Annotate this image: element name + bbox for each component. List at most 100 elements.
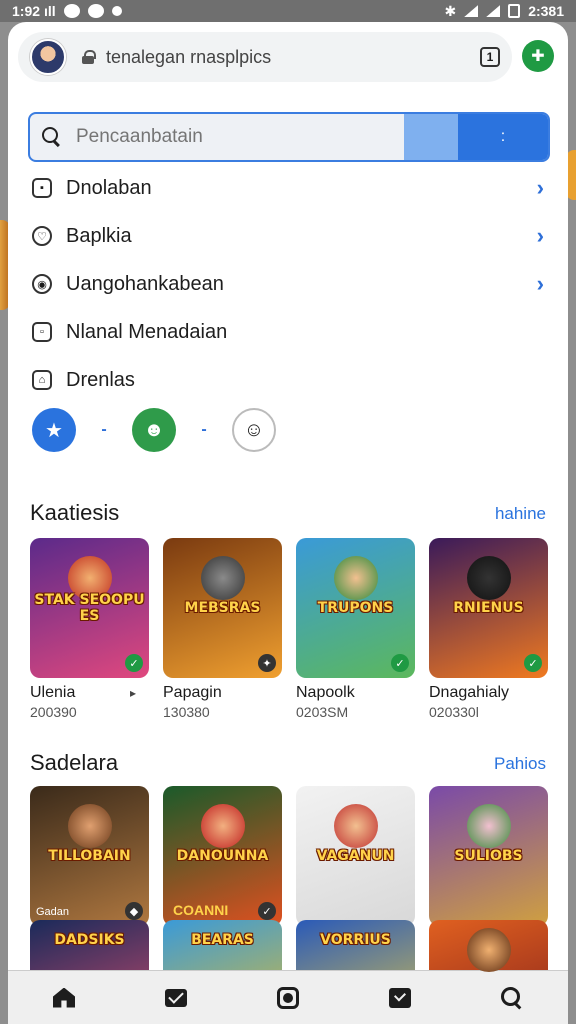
- smiley-icon: ☺: [243, 418, 265, 441]
- game-meta: 130380: [163, 704, 210, 720]
- status-time: 1:92: [12, 3, 41, 19]
- address-bar[interactable]: tenalegan rnasplpics 1: [18, 32, 512, 82]
- character-art: [201, 556, 245, 600]
- account-icon: ✚: [531, 48, 545, 65]
- notification-icon: [63, 4, 80, 18]
- search-button[interactable]: :: [458, 114, 548, 160]
- inbox-icon: [165, 988, 187, 1007]
- game-row-2: TILLOBAIN Gadan ◆ DANOUNNA COANNI ✓ VAGA…: [30, 786, 548, 926]
- download-icon: [389, 987, 411, 1008]
- chip-separator: -: [201, 421, 207, 438]
- menu-item-3[interactable]: ▫ Nlanal Menadaian: [8, 308, 568, 356]
- character-art: [467, 928, 511, 972]
- game-card[interactable]: RNIENUS ✓ Dnagahialy 020330l: [429, 538, 548, 720]
- window-icon: ▫: [32, 322, 52, 342]
- search-input[interactable]: [76, 126, 376, 148]
- game-card[interactable]: DANOUNNA COANNI ✓: [163, 786, 282, 926]
- game-thumbnail[interactable]: STAK SEOOPUES ✓: [30, 538, 149, 678]
- game-name: Dnagahialy: [429, 684, 510, 701]
- menu-list: ▪ Dnolaban › ♡ Baplkia › ◉ Uangohankabea…: [8, 164, 568, 404]
- game-card[interactable]: SULIOBS: [429, 786, 548, 926]
- chevron-right-icon: ›: [536, 223, 544, 248]
- chip-separator: -: [101, 421, 107, 438]
- star-chip[interactable]: ★: [32, 408, 76, 452]
- search-icon: [42, 127, 62, 147]
- menu-item-0[interactable]: ▪ Dnolaban ›: [8, 164, 568, 212]
- home-icon: [53, 987, 75, 1008]
- game-name: Papagin: [163, 684, 222, 701]
- game-logo-text: STAK SEOOPUES: [34, 592, 145, 624]
- game-thumbnail[interactable]: TILLOBAIN Gadan ◆: [30, 786, 149, 926]
- search-icon: [501, 986, 523, 1009]
- game-meta: 200390: [30, 704, 77, 720]
- more-arrow-icon[interactable]: ▸: [130, 686, 136, 700]
- menu-item-label: Dnolaban: [66, 176, 152, 199]
- game-name: Napoolk: [296, 684, 355, 701]
- game-card[interactable]: VAGANUN: [296, 786, 415, 926]
- game-caption: Gadan: [36, 906, 70, 918]
- chevron-right-icon: ›: [536, 271, 544, 296]
- installed-badge: ✓: [125, 654, 143, 672]
- location-icon: ◉: [32, 274, 52, 294]
- game-thumbnail[interactable]: RNIENUS ✓: [429, 538, 548, 678]
- character-art: [467, 804, 511, 848]
- menu-item-2[interactable]: ◉ Uangohankabean ›: [8, 260, 568, 308]
- lock-icon: [82, 50, 96, 64]
- menu-item-label: Baplkia: [66, 224, 132, 247]
- game-thumbnail[interactable]: DANOUNNA COANNI ✓: [163, 786, 282, 926]
- home-icon: ⌂: [32, 370, 52, 390]
- camera-icon: [277, 986, 299, 1009]
- avatar[interactable]: [30, 39, 66, 75]
- face-chip[interactable]: ☺: [232, 408, 276, 452]
- hero-chip[interactable]: ☻: [132, 408, 176, 452]
- game-logo-text: SULIOBS: [454, 848, 523, 864]
- game-thumbnail[interactable]: SULIOBS: [429, 786, 548, 926]
- game-logo-text: DANOUNNA: [176, 848, 269, 864]
- wifi-icon: [464, 5, 479, 17]
- menu-item-4[interactable]: ⌂ Drenlas: [8, 356, 568, 404]
- game-card[interactable]: TRUPONS ✓ Napoolk 0203SM: [296, 538, 415, 720]
- menu-item-label: Drenlas: [66, 368, 135, 391]
- search-bar[interactable]: :: [28, 112, 550, 162]
- battery-icon: [508, 4, 521, 18]
- heart-icon: ♡: [32, 226, 52, 246]
- installed-badge: ✓: [391, 654, 409, 672]
- game-logo-text: RNIENUS: [453, 600, 524, 616]
- section-title: Kaatiesis: [30, 500, 120, 525]
- nav-search-button[interactable]: [498, 984, 526, 1012]
- game-row-1: STAK SEOOPUES ✓ Ulenia 200390 MEBSRAS ✦ …: [30, 538, 548, 720]
- game-logo-text: VAGANUN: [316, 848, 395, 864]
- account-button[interactable]: ✚: [522, 40, 554, 72]
- game-card[interactable]: TILLOBAIN Gadan ◆: [30, 786, 149, 926]
- game-thumbnail[interactable]: VAGANUN: [296, 786, 415, 926]
- game-logo-text: MEBSRAS: [184, 600, 261, 616]
- game-logo-text: BEARAS: [191, 932, 254, 948]
- character-art: [334, 804, 378, 848]
- tabs-button[interactable]: 1: [480, 47, 500, 67]
- star-icon: ★: [45, 419, 63, 442]
- heart-notification-icon: [87, 4, 104, 18]
- game-logo-text: TRUPONS: [317, 600, 394, 616]
- message-icon: [111, 6, 122, 16]
- game-thumbnail[interactable]: TRUPONS ✓: [296, 538, 415, 678]
- game-badge: ◆: [125, 902, 143, 920]
- game-thumbnail[interactable]: MEBSRAS ✦: [163, 538, 282, 678]
- sword-badge: ✦: [258, 654, 276, 672]
- section-title: Sadelara: [30, 750, 119, 775]
- menu-item-1[interactable]: ♡ Baplkia ›: [8, 212, 568, 260]
- section-link[interactable]: Pahios: [494, 754, 546, 774]
- menu-item-label: Uangohankabean: [66, 272, 224, 295]
- nav-home-button[interactable]: [50, 984, 78, 1012]
- hero-avatar-icon: ☻: [143, 418, 165, 441]
- nav-camera-button[interactable]: [274, 984, 302, 1012]
- character-art: [467, 556, 511, 600]
- nav-download-button[interactable]: [386, 984, 414, 1012]
- game-card[interactable]: MEBSRAS ✦ Papagin 130380: [163, 538, 282, 720]
- browser-card: tenalegan rnasplpics 1 ✚ : ▪ Dnolaban › …: [8, 22, 568, 1024]
- shortcut-chips: ★ - ☻ - ☺: [32, 408, 276, 452]
- nav-inbox-button[interactable]: [162, 984, 190, 1012]
- section-link[interactable]: hahine: [495, 504, 546, 524]
- url-text[interactable]: tenalegan rnasplpics: [106, 47, 271, 68]
- search-highlight: [404, 114, 462, 160]
- game-meta: 0203SM: [296, 704, 349, 720]
